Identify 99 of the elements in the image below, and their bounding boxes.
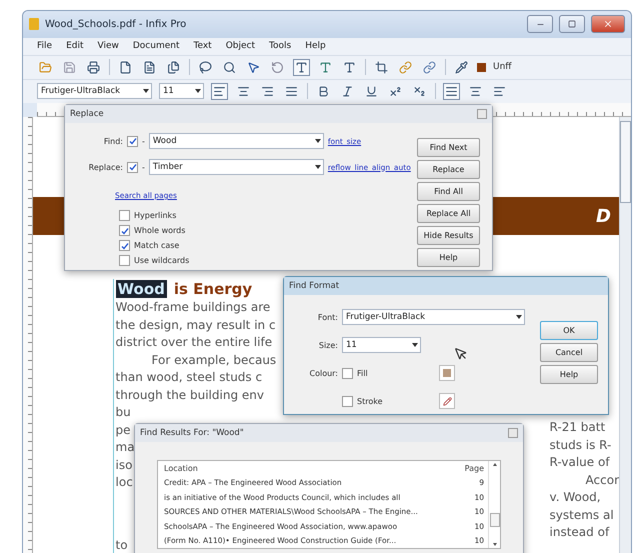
checkbox[interactable] <box>342 396 353 406</box>
body-text: through the building env <box>116 386 264 404</box>
stroke-colour-button[interactable] <box>439 393 455 409</box>
body-text: bu <box>116 404 131 422</box>
menu-item[interactable]: View <box>98 41 119 52</box>
app-icon <box>29 18 39 30</box>
body-text: Wood-frame buildings are <box>116 299 270 316</box>
menu-item[interactable]: File <box>37 41 52 52</box>
lasso-icon[interactable] <box>197 58 214 76</box>
close-icon <box>603 19 613 30</box>
body-text: than wood, steel studs c <box>116 369 262 386</box>
body-text: R-21 batt <box>550 419 606 436</box>
option-label: Use wildcards <box>134 256 190 265</box>
scrollbar[interactable] <box>488 461 500 548</box>
dialog-button[interactable]: Help <box>417 248 480 267</box>
field-label: Replace: <box>88 162 123 172</box>
body-text: the design, may result in c <box>116 316 276 334</box>
dialog-button[interactable]: Help <box>540 365 598 384</box>
mouse-cursor-icon <box>454 347 468 361</box>
crop-icon[interactable] <box>373 58 390 76</box>
banner-text: D <box>596 206 611 227</box>
maximize-button[interactable] <box>559 15 585 34</box>
option-label: Hyperlinks <box>134 211 176 220</box>
eyedropper-icon[interactable] <box>453 58 470 76</box>
option-label: Match case <box>134 241 180 250</box>
scroll-thumb[interactable] <box>620 121 631 204</box>
dialog-title: Find Format <box>289 281 340 291</box>
checkbox[interactable] <box>127 162 138 172</box>
menu-item[interactable]: Document <box>132 41 180 52</box>
body-text: For example, becaus <box>150 352 276 369</box>
size-dropdown[interactable]: 11 <box>159 83 204 100</box>
pages-icon[interactable] <box>165 58 182 76</box>
check-icon <box>128 163 136 171</box>
print-icon[interactable] <box>85 58 102 76</box>
body-text: v. Wood, <box>550 489 601 506</box>
menu-item[interactable]: Text <box>194 41 212 52</box>
field-label: Font: <box>316 312 338 322</box>
align-left-icon[interactable] <box>211 82 228 100</box>
body-text: ma <box>116 439 135 456</box>
dialog-button[interactable]: Replace All <box>417 204 480 223</box>
body-text: instead of <box>550 524 610 542</box>
column-header[interactable]: Page <box>464 464 484 473</box>
body-text: pe <box>116 422 131 439</box>
input-field[interactable]: Wood <box>148 133 324 149</box>
close-button[interactable] <box>591 15 625 34</box>
dialog-title: Find Results For: "Wood" <box>140 428 244 438</box>
menu-item[interactable]: Edit <box>66 41 84 52</box>
input-field[interactable]: Timber <box>148 159 324 175</box>
pencil-icon <box>442 396 452 406</box>
heading-text: is Energy <box>172 280 254 298</box>
font-dropdown[interactable]: Frutiger-UltraBlack <box>37 83 152 100</box>
option-label: Whole words <box>134 226 186 235</box>
chain-icon[interactable] <box>421 58 438 76</box>
option-label: Fill <box>357 368 369 378</box>
menu-item[interactable]: Object <box>226 41 256 52</box>
heading-text: Wood <box>116 280 167 298</box>
body-text: to <box>116 536 128 553</box>
field-label: Find: <box>102 136 123 146</box>
field-label: Size: <box>318 340 338 350</box>
size-dropdown[interactable]: 11 <box>342 337 421 353</box>
dialog-button[interactable]: Hide Results <box>417 226 480 245</box>
column-header[interactable]: Location <box>164 464 198 473</box>
font-dropdown[interactable]: Frutiger-UltraBlack <box>342 309 525 325</box>
checkbox[interactable] <box>119 210 130 221</box>
dialog-title: Replace <box>70 109 104 119</box>
dialog-button[interactable]: Find Next <box>417 138 480 157</box>
field-label: Colour: <box>308 368 338 378</box>
body-text: R-value of <box>550 454 610 472</box>
checkbox[interactable] <box>119 240 130 251</box>
dialog-button[interactable]: Cancel <box>540 343 598 362</box>
minimize-button[interactable] <box>527 15 553 34</box>
menu-item[interactable]: Tools <box>269 41 292 52</box>
maximize-icon <box>568 20 576 28</box>
checkbox[interactable] <box>342 368 353 378</box>
mode-text: - <box>142 136 145 146</box>
checkbox[interactable] <box>127 136 138 146</box>
mode-text: - <box>142 162 145 172</box>
body-text: systems al <box>550 506 614 524</box>
window-title: Wood_Schools.pdf - Infix Pro <box>45 18 188 30</box>
menu-item[interactable]: Help <box>305 41 326 52</box>
colour-swatch[interactable] <box>477 62 486 72</box>
body-text: Accor <box>584 472 619 489</box>
fill-colour-button[interactable] <box>439 365 455 381</box>
dialog-button[interactable]: OK <box>540 321 598 340</box>
body-text: studs is R- <box>550 436 612 454</box>
scrollbar[interactable] <box>619 117 631 553</box>
block-align-icon[interactable] <box>443 82 460 100</box>
body-text: iso <box>116 456 132 474</box>
dialog-button[interactable]: Replace <box>417 160 480 179</box>
checkbox[interactable] <box>119 225 130 236</box>
text-tool-icon[interactable] <box>293 58 310 76</box>
colour-label: Unff <box>493 62 512 72</box>
option-label: Stroke <box>357 396 384 406</box>
dialog-button[interactable]: Find All <box>417 182 480 201</box>
link-icon[interactable] <box>397 58 414 76</box>
body-text: loc <box>116 474 133 492</box>
body-text: district over the entire life <box>116 334 272 352</box>
checkbox[interactable] <box>119 255 130 266</box>
check-icon <box>128 137 136 145</box>
